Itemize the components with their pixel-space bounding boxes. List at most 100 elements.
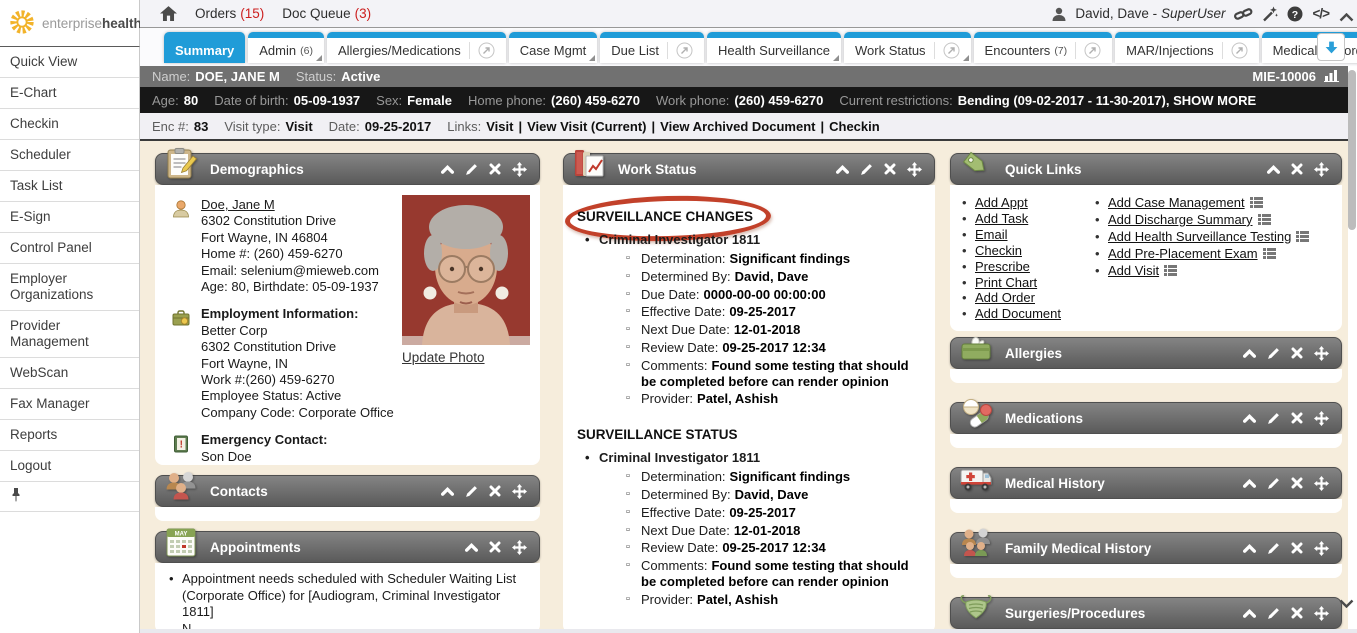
close-icon[interactable] <box>1291 542 1303 554</box>
tab-allergies-medications[interactable]: Allergies/Medications <box>327 32 506 63</box>
tab-admin[interactable]: Admin(6) <box>248 32 324 63</box>
user-name[interactable]: David, Dave - SuperUser <box>1075 6 1225 21</box>
quick-link-add-order[interactable]: Add Order <box>975 290 1035 305</box>
quick-link-checkin[interactable]: Checkin <box>975 243 1022 258</box>
sidebar-item-task-list[interactable]: Task List <box>0 171 139 202</box>
banner-link-visit[interactable]: Visit <box>486 119 513 134</box>
collapse-icon[interactable] <box>441 164 454 175</box>
tab-due-list[interactable]: Due List <box>600 32 704 63</box>
move-icon[interactable] <box>1314 162 1329 177</box>
move-icon[interactable] <box>1314 541 1329 556</box>
banner-link-view-visit-current[interactable]: View Visit (Current) <box>527 119 646 134</box>
popout-icon[interactable] <box>1222 42 1248 59</box>
quick-link-add-document[interactable]: Add Document <box>975 306 1061 321</box>
edit-icon[interactable] <box>1267 607 1280 620</box>
edit-icon[interactable] <box>860 163 873 176</box>
collapse-icon[interactable] <box>1267 164 1280 175</box>
move-icon[interactable] <box>1314 411 1329 426</box>
family-medical-history-panel-header[interactable]: Family Medical History <box>950 532 1342 564</box>
sidebar-item-reports[interactable]: Reports <box>0 420 139 451</box>
update-photo-link[interactable]: Update Photo <box>402 350 485 365</box>
close-icon[interactable] <box>489 485 501 497</box>
app-logo[interactable]: enterprisehealth <box>0 0 140 47</box>
quick-link-add-appt[interactable]: Add Appt <box>975 195 1028 210</box>
move-icon[interactable] <box>1314 346 1329 361</box>
demographics-panel-header[interactable]: Demographics <box>155 153 540 185</box>
medications-panel-header[interactable]: Medications <box>950 402 1342 434</box>
collapse-icon[interactable] <box>836 164 849 175</box>
move-icon[interactable] <box>512 162 527 177</box>
banner-link-view-archived-document[interactable]: View Archived Document <box>660 119 815 134</box>
home-icon[interactable] <box>160 6 177 21</box>
quick-link-add-task[interactable]: Add Task <box>975 211 1028 226</box>
move-icon[interactable] <box>512 484 527 499</box>
move-icon[interactable] <box>907 162 922 177</box>
list-grid-icon[interactable] <box>1164 264 1177 279</box>
edit-icon[interactable] <box>1267 347 1280 360</box>
quick-link-add-pre-placement-exam[interactable]: Add Pre-Placement Exam <box>1108 246 1258 261</box>
quick-link-add-case-management[interactable]: Add Case Management <box>1108 195 1245 210</box>
surgeries-procedures-panel-header[interactable]: Surgeries/Procedures <box>950 597 1342 629</box>
chart-stats-icon[interactable] <box>1324 69 1340 85</box>
collapse-icon[interactable] <box>1243 478 1256 489</box>
work-status-panel-header[interactable]: Work Status <box>563 153 935 185</box>
edit-icon[interactable] <box>465 163 478 176</box>
sidebar-item-quick-view[interactable]: Quick View <box>0 47 139 78</box>
allergies-panel-header[interactable]: Allergies <box>950 337 1342 369</box>
close-icon[interactable] <box>1291 412 1303 424</box>
tab-summary[interactable]: Summary <box>164 32 245 63</box>
close-icon[interactable] <box>489 541 501 553</box>
sidebar-item-e-sign[interactable]: E-Sign <box>0 202 139 233</box>
appointments-panel-header[interactable]: MAYAppointments <box>155 531 540 563</box>
medical-history-panel-header[interactable]: Medical History <box>950 467 1342 499</box>
patient-name-link[interactable]: Doe, Jane M <box>201 197 275 212</box>
close-icon[interactable] <box>489 163 501 175</box>
sidebar-item-checkin[interactable]: Checkin <box>0 109 139 140</box>
quick-link-add-discharge-summary[interactable]: Add Discharge Summary <box>1108 212 1253 227</box>
quick-links-panel-header[interactable]: Quick Links <box>950 153 1342 185</box>
contacts-panel-header[interactable]: Contacts <box>155 475 540 507</box>
nav-doc-queue[interactable]: Doc Queue(3) <box>282 6 371 21</box>
nav-orders[interactable]: Orders(15) <box>195 6 264 21</box>
sidebar-item-provider-management[interactable]: Provider Management <box>0 311 139 358</box>
sidebar-item-e-chart[interactable]: E-Chart <box>0 78 139 109</box>
list-grid-icon[interactable] <box>1296 230 1309 245</box>
collapse-icon[interactable] <box>1243 413 1256 424</box>
popout-icon[interactable] <box>934 42 960 59</box>
edit-icon[interactable] <box>1267 477 1280 490</box>
sidebar-item-logout[interactable]: Logout <box>0 451 139 482</box>
tab-work-status[interactable]: Work Status <box>844 32 971 63</box>
sidebar-item-control-panel[interactable]: Control Panel <box>0 233 139 264</box>
list-grid-icon[interactable] <box>1263 247 1276 262</box>
close-icon[interactable] <box>1291 607 1303 619</box>
tab-case-mgmt[interactable]: Case Mgmt <box>509 32 597 63</box>
edit-icon[interactable] <box>1267 542 1280 555</box>
list-grid-icon[interactable] <box>1258 213 1271 228</box>
collapse-icon[interactable] <box>1243 608 1256 619</box>
popout-icon[interactable] <box>469 42 495 59</box>
tab-scroll-down-button[interactable] <box>1317 33 1345 61</box>
edit-icon[interactable] <box>1267 412 1280 425</box>
scroll-down-icon[interactable] <box>1339 596 1354 611</box>
close-icon[interactable] <box>1291 163 1303 175</box>
sidebar-item-scheduler[interactable]: Scheduler <box>0 140 139 171</box>
tab-encounters[interactable]: Encounters(7) <box>974 32 1113 63</box>
quick-link-prescribe[interactable]: Prescribe <box>975 259 1030 274</box>
scrollbar-thumb[interactable] <box>1348 70 1356 230</box>
move-icon[interactable] <box>1314 606 1329 621</box>
help-icon[interactable]: ? <box>1287 6 1303 22</box>
sidebar-item-employer-organizations[interactable]: Employer Organizations <box>0 264 139 311</box>
pin-icon[interactable] <box>0 482 139 512</box>
collapse-icon[interactable] <box>441 486 454 497</box>
collapse-icon[interactable] <box>1243 543 1256 554</box>
list-grid-icon[interactable] <box>1250 196 1263 211</box>
link-icon[interactable] <box>1234 6 1253 22</box>
banner-link-checkin[interactable]: Checkin <box>829 119 880 134</box>
scroll-up-icon[interactable] <box>1339 10 1354 25</box>
sidebar-item-fax-manager[interactable]: Fax Manager <box>0 389 139 420</box>
quick-link-add-health-surveillance-testing[interactable]: Add Health Surveillance Testing <box>1108 229 1291 244</box>
move-icon[interactable] <box>512 540 527 555</box>
popout-icon[interactable] <box>667 42 693 59</box>
edit-icon[interactable] <box>465 485 478 498</box>
tab-mar-injections[interactable]: MAR/Injections <box>1115 32 1258 63</box>
